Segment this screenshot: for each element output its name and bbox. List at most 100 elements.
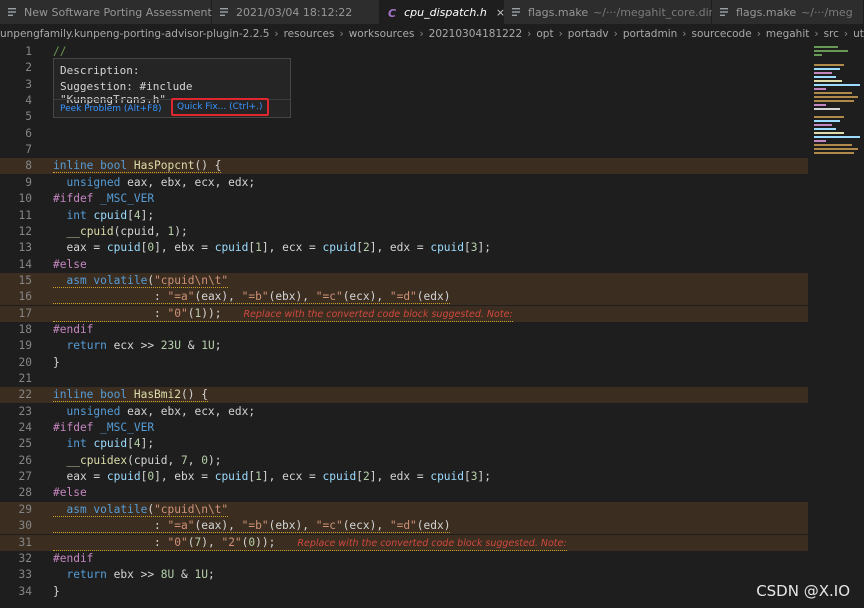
code-token: (ebx), bbox=[268, 519, 316, 533]
code-line[interactable]: 9 unsigned eax, ebx, ecx, edx; bbox=[0, 175, 808, 191]
code-token: #endif bbox=[53, 551, 94, 565]
code-line[interactable]: 29 asm volatile("cpuid\n\t" bbox=[0, 501, 808, 518]
breadcrumb-item[interactable]: unpengfamily.kunpeng-porting-advisor-plu… bbox=[0, 28, 269, 40]
code-line[interactable]: 25 int cpuid[4]; bbox=[0, 436, 808, 452]
tab-1[interactable]: New Software Porting Assessment bbox=[0, 0, 212, 24]
code-line[interactable]: 11 int cpuid[4]; bbox=[0, 208, 808, 224]
line-number: 15 bbox=[18, 273, 32, 287]
minimap-line bbox=[814, 92, 852, 94]
tab-4[interactable]: flags.make ~/···/megahit_core.dir bbox=[504, 0, 713, 24]
code-line[interactable]: 28 #else bbox=[0, 485, 808, 501]
peek-problem-link[interactable]: Peek Problem (Alt+F8) bbox=[60, 104, 162, 114]
line-number: 29 bbox=[18, 502, 32, 516]
code-text: eax = cpuid[0], ebx = cpuid[1], ecx = cp… bbox=[53, 469, 491, 485]
code-line[interactable]: 22 inline bool HasBmi2() { bbox=[0, 387, 808, 404]
code-token: "=a" bbox=[167, 290, 195, 304]
code-line[interactable]: 15 asm volatile("cpuid\n\t" bbox=[0, 272, 808, 289]
chevron-right-icon: › bbox=[682, 28, 687, 40]
code-line[interactable]: 7 bbox=[0, 142, 808, 158]
code-line[interactable]: 23 unsigned eax, ebx, ecx, edx; bbox=[0, 404, 808, 420]
code-token: eax = bbox=[53, 241, 107, 255]
code-token: eax, ebx, ecx, edx; bbox=[120, 404, 256, 418]
code-token: ], ecx = bbox=[261, 241, 323, 255]
breadcrumb-item[interactable]: megahit bbox=[766, 28, 809, 40]
code-line[interactable]: 33 return ebx >> 8U & 1U; bbox=[0, 567, 808, 583]
line-number: 26 bbox=[18, 453, 32, 467]
code-line[interactable]: 20} bbox=[0, 355, 808, 371]
code-token: 23U bbox=[160, 339, 182, 353]
code-token: cpuid bbox=[106, 470, 141, 484]
code-line[interactable]: 19 return ecx >> 23U & 1U; bbox=[0, 338, 808, 354]
chevron-right-icon: › bbox=[419, 28, 424, 40]
code-token: ]; bbox=[140, 437, 155, 451]
code-token: [ bbox=[356, 470, 363, 484]
code-line[interactable]: 31 : "0"(7), "2"(0)); Replace with the co… bbox=[0, 534, 808, 551]
tab-5[interactable]: flags.make ~/···/meg bbox=[712, 0, 864, 24]
code-text: return ebx >> 8U & 1U; bbox=[53, 567, 214, 583]
code-token: #ifdef bbox=[53, 421, 94, 435]
code-line[interactable]: 14 #else bbox=[0, 257, 808, 273]
tab-label: New Software Porting Assessment bbox=[24, 5, 212, 19]
code-token: 3 bbox=[470, 470, 478, 484]
tab-3[interactable]: Ccpu_dispatch.h × bbox=[380, 0, 505, 24]
line-number: 18 bbox=[18, 322, 32, 336]
minimap-line bbox=[814, 128, 836, 130]
breadcrumb-item[interactable]: opt bbox=[536, 28, 553, 40]
line-number: 30 bbox=[18, 519, 32, 533]
file-lines-icon bbox=[8, 7, 17, 17]
code-line[interactable]: 10 #ifdef _MSC_VER bbox=[0, 191, 808, 207]
code-line[interactable]: 30 : "=a"(eax), "=b"(ebx), "=c"(ecx), "=… bbox=[0, 518, 808, 535]
line-number: 16 bbox=[18, 290, 32, 304]
code-editor[interactable]: 1//2// Created by vout on 4/14/19.3//456… bbox=[0, 44, 810, 608]
code-token: int bbox=[66, 437, 87, 451]
code-line[interactable]: 34} bbox=[0, 584, 808, 600]
code-line[interactable]: 18 #endif bbox=[0, 322, 808, 338]
hover-actions: Peek Problem (Alt+F8) Quick Fix... (Ctrl… bbox=[54, 98, 290, 119]
line-number: 21 bbox=[18, 372, 32, 385]
code-token: asm volatile bbox=[66, 502, 148, 516]
code-token: cpuid bbox=[430, 241, 465, 255]
code-token: 7 bbox=[181, 453, 188, 467]
code-token: )); bbox=[201, 306, 222, 320]
code-line[interactable]: 13 eax = cpuid[0], ebx = cpuid[1], ecx =… bbox=[0, 240, 808, 256]
code-line[interactable]: 32 #endif bbox=[0, 551, 808, 567]
breadcrumb-item[interactable]: utils bbox=[853, 28, 864, 40]
code-token: & bbox=[181, 339, 202, 353]
code-line[interactable]: 17 : "0"(1)); Replace with the converted … bbox=[0, 305, 808, 322]
breadcrumb-item[interactable]: src bbox=[824, 28, 839, 40]
tab-2[interactable]: 2021/03/04 18:12:22 bbox=[212, 0, 380, 24]
breadcrumb-item[interactable]: portadmin bbox=[623, 28, 677, 40]
code-line[interactable]: 21 bbox=[0, 371, 808, 387]
code-token: HasPopcnt bbox=[133, 159, 195, 173]
code-line[interactable]: 27 eax = cpuid[0], ebx = cpuid[1], ecx =… bbox=[0, 469, 808, 485]
code-token: (edx) bbox=[416, 519, 451, 533]
code-line[interactable]: 6 bbox=[0, 126, 808, 142]
code-token: ], edx = bbox=[369, 241, 431, 255]
code-line[interactable]: 12 __cpuid(cpuid, 1); bbox=[0, 224, 808, 240]
code-token: "2" bbox=[221, 535, 242, 549]
code-text: unsigned eax, ebx, ecx, edx; bbox=[53, 175, 255, 191]
quick-fix-link[interactable]: Quick Fix... (Ctrl+.) bbox=[171, 98, 269, 116]
code-token: (ecx), bbox=[342, 519, 390, 533]
code-token: cpuid bbox=[430, 470, 465, 484]
code-line[interactable]: 24 #ifdef _MSC_VER bbox=[0, 420, 808, 436]
code-token: "0" bbox=[167, 535, 188, 549]
line-number: 12 bbox=[18, 224, 32, 238]
breadcrumb-item[interactable]: sourcecode bbox=[691, 28, 751, 40]
breadcrumb-item[interactable]: 20210304181222 bbox=[429, 28, 523, 40]
code-line[interactable]: 16 : "=a"(eax), "=b"(ebx), "=c"(ecx), "=… bbox=[0, 289, 808, 306]
breadcrumb-item[interactable]: worksources bbox=[349, 28, 415, 40]
tab-label: cpu_dispatch.h bbox=[404, 5, 487, 19]
breadcrumb-item[interactable]: portadv bbox=[568, 28, 609, 40]
code-line[interactable]: 26 __cpuidex(cpuid, 7, 0); bbox=[0, 453, 808, 469]
minimap[interactable] bbox=[812, 44, 864, 608]
code-token: ]; bbox=[477, 241, 491, 255]
code-line[interactable]: 8 inline bool HasPopcnt() { bbox=[0, 158, 808, 175]
code-token: [ bbox=[127, 208, 134, 222]
code-token: : bbox=[53, 290, 168, 304]
code-token: [ bbox=[464, 241, 471, 255]
code-token: () { bbox=[194, 159, 222, 173]
breadcrumb-item[interactable]: resources bbox=[284, 28, 335, 40]
